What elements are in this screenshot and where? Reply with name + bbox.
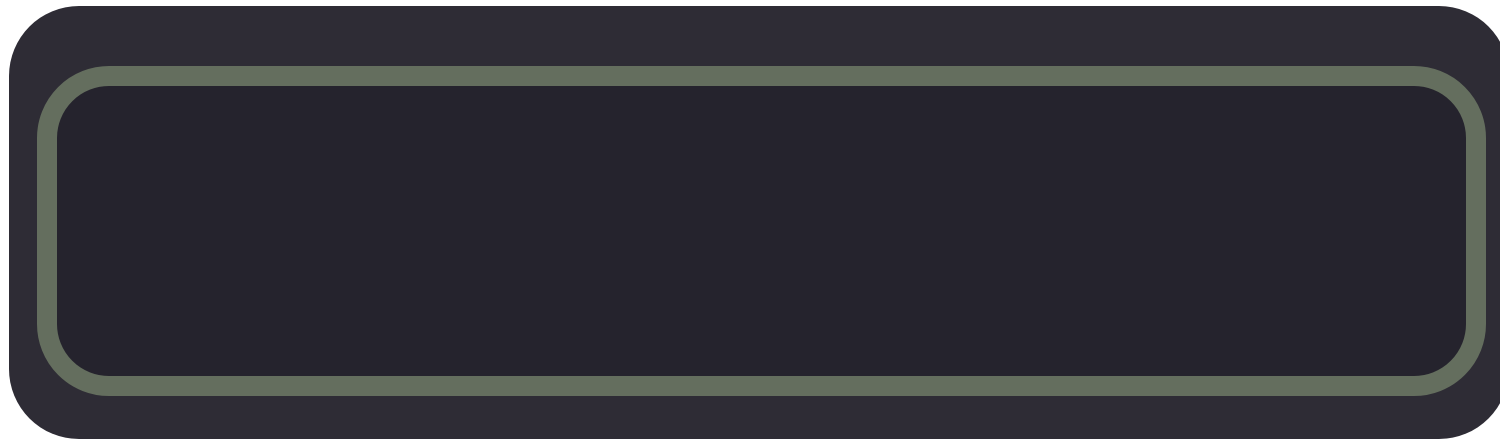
input-panel [9,6,1500,439]
text-input-field[interactable] [37,66,1486,396]
